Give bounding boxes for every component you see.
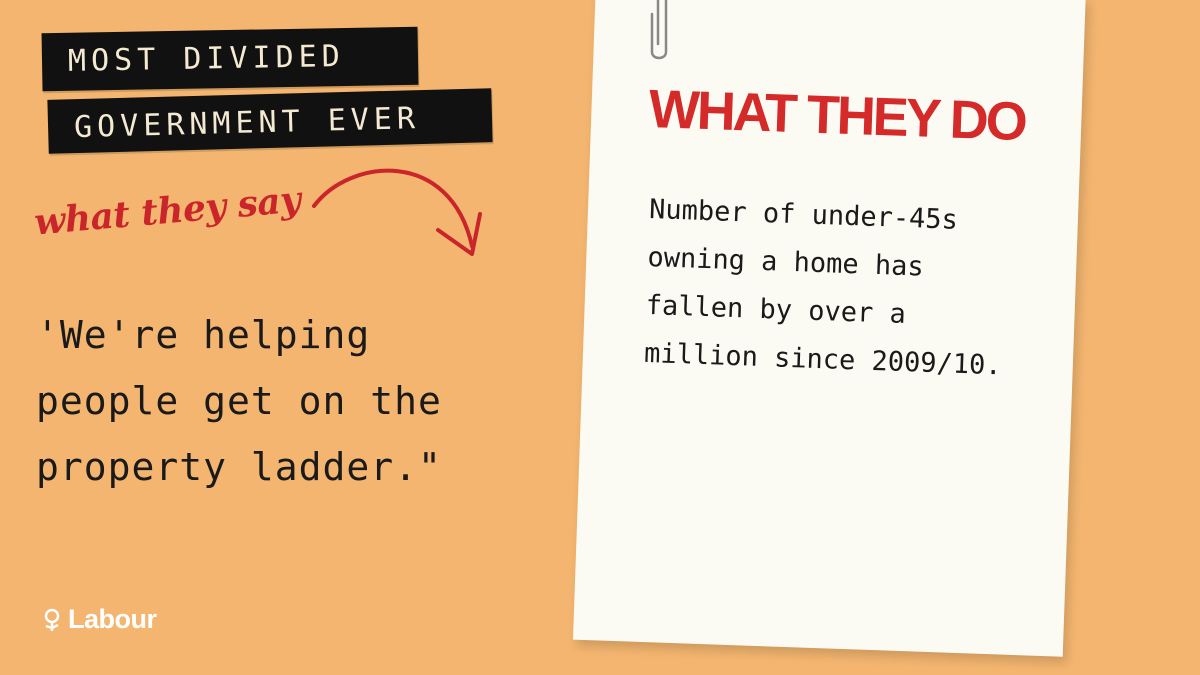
what-they-do-title: WHAT THEY DO	[647, 78, 1026, 153]
rose-icon	[44, 608, 60, 631]
paperclip-icon	[650, 0, 668, 60]
logo-text: Labour	[68, 604, 157, 634]
headline-strip-1: MOST DIVIDED	[41, 26, 419, 92]
what-they-say-label: what they say	[32, 178, 303, 244]
quote-text: 'We're helping people get on the propert…	[36, 313, 442, 489]
headline-line-2: GOVERNMENT EVER	[73, 101, 421, 146]
labour-logo: Labour	[40, 604, 157, 635]
headline-line-1: MOST DIVIDED	[67, 39, 346, 79]
curved-arrow-icon	[312, 168, 482, 256]
headline-strip-2: GOVERNMENT EVER	[47, 88, 493, 154]
fact-text: Number of under-45s owning a home has fa…	[643, 193, 1003, 382]
